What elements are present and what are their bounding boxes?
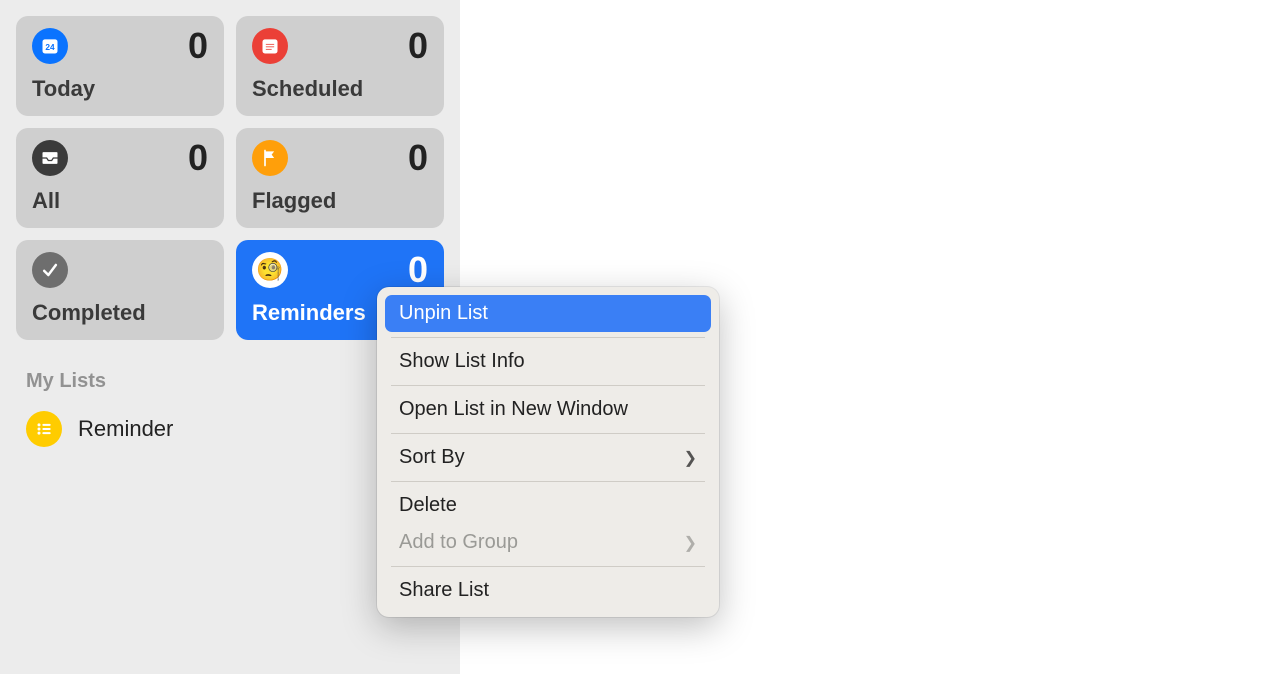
menu-item-label: Add to Group	[399, 531, 518, 554]
svg-text:24: 24	[45, 42, 55, 52]
menu-separator	[391, 385, 705, 386]
card-count: 0	[408, 252, 428, 288]
chevron-right-icon: ❯	[684, 448, 697, 468]
card-top: 0	[252, 28, 428, 64]
card-top	[32, 252, 208, 288]
card-today[interactable]: 24 0 Today	[16, 16, 224, 116]
menu-item-sort-by[interactable]: Sort By ❯	[385, 439, 711, 476]
menu-separator	[391, 337, 705, 338]
menu-item-label: Sort By	[399, 446, 465, 469]
inbox-icon	[32, 140, 68, 176]
card-all[interactable]: 0 All	[16, 128, 224, 228]
menu-item-delete[interactable]: Delete	[385, 487, 711, 524]
card-label: Scheduled	[252, 76, 428, 102]
menu-item-share-list[interactable]: Share List	[385, 572, 711, 609]
menu-separator	[391, 433, 705, 434]
checkmark-icon	[32, 252, 68, 288]
menu-separator	[391, 481, 705, 482]
card-top: 24 0	[32, 28, 208, 64]
card-count: 0	[188, 140, 208, 176]
card-scheduled[interactable]: 0 Scheduled	[236, 16, 444, 116]
calendar-today-icon: 24	[32, 28, 68, 64]
chevron-right-icon: ❯	[684, 533, 697, 553]
card-top: 🧐 0	[252, 252, 428, 288]
card-flagged[interactable]: 0 Flagged	[236, 128, 444, 228]
flag-icon	[252, 140, 288, 176]
menu-item-unpin-list[interactable]: Unpin List	[385, 295, 711, 332]
card-count: 0	[408, 140, 428, 176]
card-top: 0	[252, 140, 428, 176]
menu-item-show-list-info[interactable]: Show List Info	[385, 343, 711, 380]
card-count: 0	[188, 28, 208, 64]
card-label: Today	[32, 76, 208, 102]
calendar-icon	[252, 28, 288, 64]
menu-item-label: Delete	[399, 494, 457, 517]
card-label: All	[32, 188, 208, 214]
menu-item-label: Share List	[399, 579, 489, 602]
menu-item-add-to-group: Add to Group ❯	[385, 524, 711, 561]
card-completed[interactable]: Completed	[16, 240, 224, 340]
context-menu: Unpin List Show List Info Open List in N…	[377, 287, 719, 617]
list-bullet-icon	[26, 411, 62, 447]
menu-separator	[391, 566, 705, 567]
menu-item-open-new-window[interactable]: Open List in New Window	[385, 391, 711, 428]
menu-item-label: Unpin List	[399, 302, 488, 325]
list-item-label: Reminder	[78, 416, 173, 442]
card-top: 0	[32, 140, 208, 176]
menu-item-label: Show List Info	[399, 350, 525, 373]
menu-item-label: Open List in New Window	[399, 398, 628, 421]
card-label: Flagged	[252, 188, 428, 214]
monocle-face-icon: 🧐	[252, 252, 288, 288]
card-count: 0	[408, 28, 428, 64]
card-label: Completed	[32, 300, 208, 326]
